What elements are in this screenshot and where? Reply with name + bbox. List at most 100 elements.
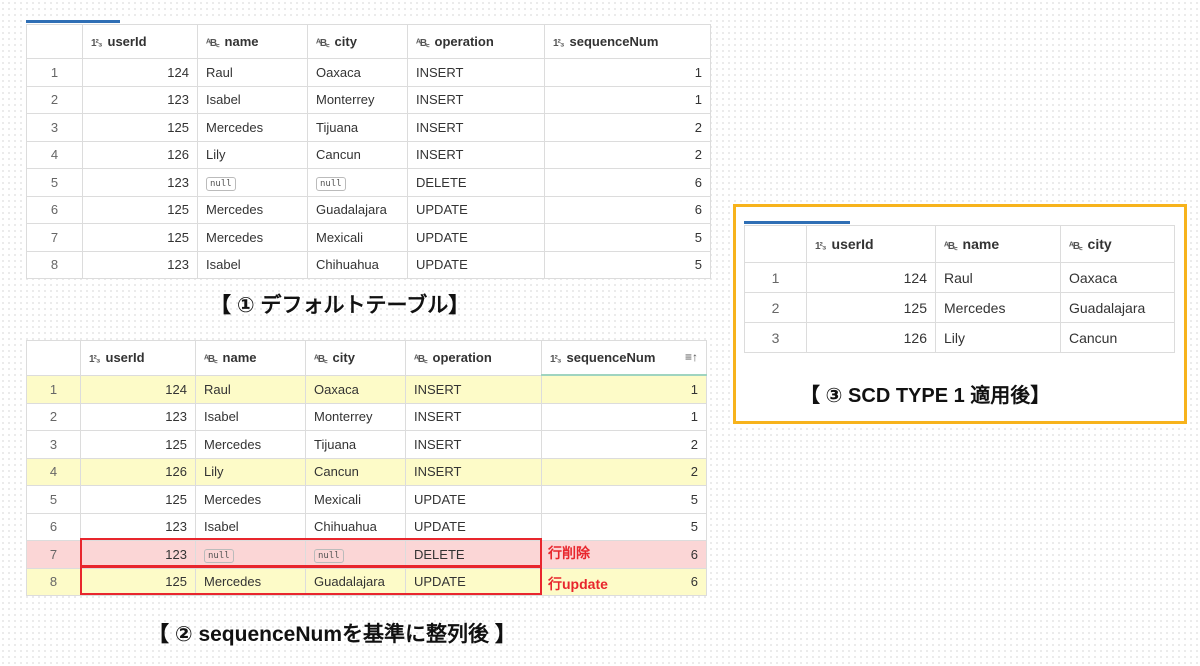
city-cell[interactable]: Monterrey [307, 85, 408, 114]
column-header-userid[interactable]: 1²₃ userId [806, 225, 936, 263]
operation-cell[interactable]: UPDATE [407, 223, 545, 252]
column-header-operation[interactable]: ᴬB꜀ operation [405, 340, 542, 376]
sequencenum-cell[interactable]: 1 [541, 402, 707, 431]
city-cell[interactable]: Tijuana [305, 430, 406, 459]
sequencenum-cell[interactable]: 1 [541, 374, 707, 404]
city-cell[interactable]: Cancun [307, 140, 408, 169]
city-cell[interactable]: Cancun [305, 457, 406, 486]
userid-cell[interactable]: 123 [80, 512, 196, 541]
row-index-cell[interactable]: 4 [26, 457, 81, 486]
table-row[interactable]: 6 125 Mercedes Guadalajara UPDATE 6 [26, 195, 711, 224]
operation-cell[interactable]: INSERT [407, 85, 545, 114]
userid-cell[interactable]: 126 [82, 140, 198, 169]
sequencenum-cell[interactable]: 1 [544, 58, 711, 87]
operation-cell[interactable]: UPDATE [405, 485, 542, 514]
operation-cell[interactable]: INSERT [405, 457, 542, 486]
userid-cell[interactable]: 124 [806, 262, 936, 293]
column-header-sequencenum[interactable]: 1²₃ sequenceNum ≡↑ [541, 340, 707, 376]
column-header-name[interactable]: ᴬB꜀ name [195, 340, 306, 376]
row-index-cell[interactable]: 7 [26, 540, 81, 569]
sequencenum-cell[interactable]: 2 [544, 140, 711, 169]
column-header-userid[interactable]: 1²₃ userId [80, 340, 196, 376]
userid-cell[interactable]: 124 [80, 374, 196, 404]
row-index-cell[interactable]: 4 [26, 140, 83, 169]
name-cell[interactable]: Mercedes [935, 292, 1061, 323]
userid-cell[interactable]: 123 [82, 250, 198, 279]
sequencenum-cell[interactable]: 5 [541, 485, 707, 514]
userid-cell[interactable]: 125 [82, 113, 198, 142]
column-header-city[interactable]: ᴬB꜀ city [305, 340, 406, 376]
row-index-cell[interactable]: 8 [26, 250, 83, 279]
table-row[interactable]: 7 125 Mercedes Mexicali UPDATE 5 [26, 223, 711, 252]
operation-cell[interactable]: INSERT [405, 430, 542, 459]
table-row[interactable]: 8 123 Isabel Chihuahua UPDATE 5 [26, 250, 711, 279]
table-row[interactable]: 3 126 Lily Cancun [744, 322, 1175, 353]
sequencenum-cell[interactable]: 1 [544, 85, 711, 114]
city-cell[interactable]: Cancun [1060, 322, 1175, 353]
column-header-name[interactable]: ᴬB꜀ name [935, 225, 1061, 263]
sequencenum-cell[interactable]: 5 [544, 223, 711, 252]
sequencenum-cell[interactable]: 2 [541, 457, 707, 486]
column-header-city[interactable]: ᴬB꜀ city [307, 24, 408, 59]
table-row[interactable]: 3 125 Mercedes Tijuana INSERT 2 [26, 113, 711, 142]
name-cell[interactable]: Isabel [195, 512, 306, 541]
table-row[interactable]: 6 123 Isabel Chihuahua UPDATE 5 [26, 512, 707, 541]
city-cell[interactable]: Chihuahua [307, 250, 408, 279]
userid-cell[interactable]: 123 [82, 168, 198, 197]
table-row[interactable]: 2 125 Mercedes Guadalajara [744, 292, 1175, 323]
userid-cell[interactable]: 125 [806, 292, 936, 323]
operation-cell[interactable]: UPDATE [407, 195, 545, 224]
operation-cell[interactable]: INSERT [405, 374, 542, 404]
city-cell[interactable]: Chihuahua [305, 512, 406, 541]
column-header-sequencenum[interactable]: 1²₃ sequenceNum [544, 24, 711, 59]
city-cell[interactable]: null [307, 168, 408, 197]
name-cell[interactable]: null [197, 168, 308, 197]
userid-cell[interactable]: 125 [82, 223, 198, 252]
sequencenum-cell[interactable]: 2 [544, 113, 711, 142]
name-cell[interactable]: Lily [935, 322, 1061, 353]
sort-ascending-icon[interactable]: ≡↑ [685, 350, 698, 364]
userid-cell[interactable]: 125 [82, 195, 198, 224]
name-cell[interactable]: Mercedes [195, 430, 306, 459]
name-cell[interactable]: Raul [197, 58, 308, 87]
operation-cell[interactable]: INSERT [407, 140, 545, 169]
row-index-cell[interactable]: 7 [26, 223, 83, 252]
userid-cell[interactable]: 123 [80, 402, 196, 431]
row-index-cell[interactable]: 1 [26, 58, 83, 87]
name-cell[interactable]: Mercedes [197, 195, 308, 224]
table-row[interactable]: 3 125 Mercedes Tijuana INSERT 2 [26, 430, 707, 459]
userid-cell[interactable]: 124 [82, 58, 198, 87]
city-cell[interactable]: Monterrey [305, 402, 406, 431]
userid-cell[interactable]: 126 [80, 457, 196, 486]
table-row[interactable]: 1 124 Raul Oaxaca INSERT 1 [26, 374, 707, 404]
name-cell[interactable]: Isabel [197, 250, 308, 279]
column-header-name[interactable]: ᴬB꜀ name [197, 24, 308, 59]
sequencenum-cell[interactable]: 6 [544, 168, 711, 197]
row-index-cell[interactable]: 3 [26, 430, 81, 459]
table-row[interactable]: 1 124 Raul Oaxaca INSERT 1 [26, 58, 711, 87]
sequencenum-cell[interactable]: 5 [544, 250, 711, 279]
table-row[interactable]: 5 125 Mercedes Mexicali UPDATE 5 [26, 485, 707, 514]
city-cell[interactable]: Mexicali [307, 223, 408, 252]
city-cell[interactable]: Oaxaca [305, 374, 406, 404]
operation-cell[interactable]: INSERT [407, 113, 545, 142]
row-index-cell[interactable]: 2 [26, 402, 81, 431]
userid-cell[interactable]: 126 [806, 322, 936, 353]
table-row[interactable]: 4 126 Lily Cancun INSERT 2 [26, 140, 711, 169]
table-row[interactable]: 2 123 Isabel Monterrey INSERT 1 [26, 402, 707, 431]
name-cell[interactable]: Lily [195, 457, 306, 486]
row-index-cell[interactable]: 5 [26, 485, 81, 514]
sequencenum-cell[interactable]: 5 [541, 512, 707, 541]
city-cell[interactable]: Oaxaca [307, 58, 408, 87]
row-index-cell[interactable]: 1 [26, 374, 81, 404]
row-index-cell[interactable]: 2 [26, 85, 83, 114]
table-row[interactable]: 4 126 Lily Cancun INSERT 2 [26, 457, 707, 486]
row-index-cell[interactable]: 6 [26, 195, 83, 224]
userid-cell[interactable]: 125 [80, 430, 196, 459]
name-cell[interactable]: Isabel [197, 85, 308, 114]
operation-cell[interactable]: INSERT [407, 58, 545, 87]
row-index-cell[interactable]: 6 [26, 512, 81, 541]
row-index-cell[interactable]: 8 [26, 567, 81, 596]
row-index-cell[interactable]: 3 [26, 113, 83, 142]
row-index-cell[interactable]: 2 [744, 292, 807, 323]
